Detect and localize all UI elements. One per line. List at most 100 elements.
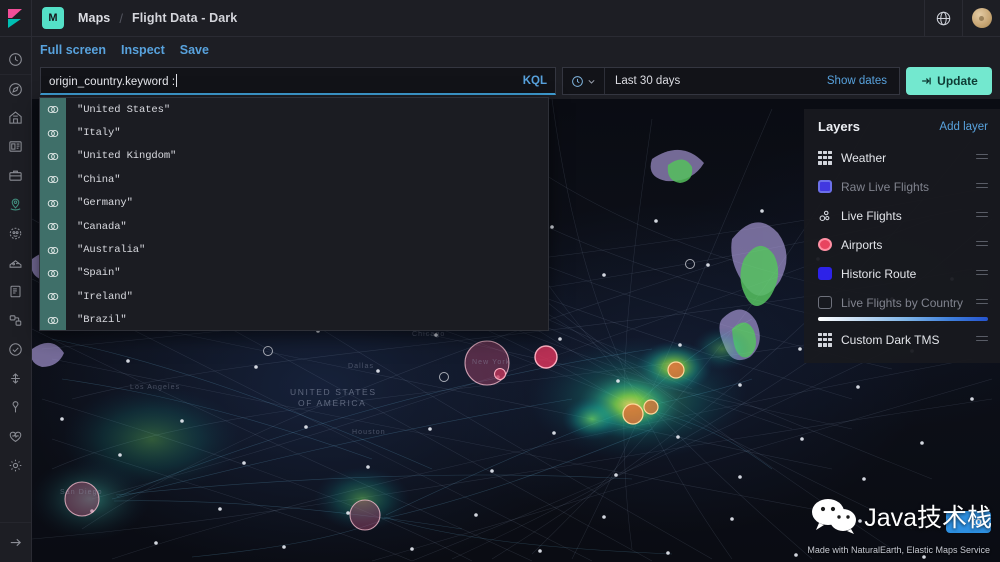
full-screen-button[interactable]: Full screen — [40, 43, 106, 57]
autocomplete-label: "Italy" — [77, 127, 121, 140]
drag-handle-icon[interactable] — [976, 335, 988, 344]
time-picker: Last 30 days Show dates — [562, 67, 900, 95]
autocomplete-item[interactable]: "Spain" — [40, 261, 548, 286]
inspect-button[interactable]: Inspect — [121, 43, 165, 57]
autocomplete-label: "Germany" — [77, 197, 133, 210]
autocomplete-label: "United Kingdom" — [77, 150, 177, 163]
layer-item-raw-live-flights[interactable]: Raw Live Flights — [818, 172, 988, 201]
layer-label: Custom Dark TMS — [841, 332, 940, 347]
show-dates-button[interactable]: Show dates — [827, 75, 887, 87]
drag-handle-icon[interactable] — [976, 269, 988, 278]
sidebar-item-dashboard[interactable] — [0, 103, 32, 132]
text-caret — [176, 73, 178, 87]
left-nav-rail — [0, 0, 32, 562]
floating-action-button[interactable]: to — [945, 511, 991, 533]
search-input[interactable]: origin_country.keyword : KQL — [40, 67, 556, 95]
autocomplete-dropdown: "United States" "Italy" "United Kingdom"… — [39, 97, 549, 331]
sidebar-item-apm[interactable] — [0, 306, 32, 335]
layer-item-airports[interactable]: Airports — [818, 230, 988, 259]
autocomplete-label: "United States" — [77, 103, 171, 116]
layer-label: Airports — [841, 237, 883, 252]
autocomplete-item[interactable]: "Germany" — [40, 191, 548, 215]
layers-panel-header: Layers Add layer — [818, 119, 988, 134]
autocomplete-item[interactable]: "Italy" — [40, 121, 548, 145]
sidebar-item-maps-app[interactable] — [0, 190, 32, 219]
autocomplete-item[interactable]: "Australia" — [40, 238, 548, 262]
add-layer-button[interactable]: Add layer — [939, 121, 988, 133]
floating-action-label: to — [971, 516, 982, 528]
layer-item-custom-dark-tms[interactable]: Custom Dark TMS — [818, 325, 988, 354]
circle-swatch-icon — [818, 238, 832, 251]
query-text: origin_country.keyword : — [49, 75, 176, 88]
kibana-maps-app: M Maps / Flight Data - Dark Full screen … — [0, 0, 1000, 562]
value-icon — [40, 238, 66, 262]
autocomplete-item[interactable]: "Brazil" — [40, 308, 548, 330]
layer-label: Weather — [841, 150, 887, 165]
square-swatch-icon — [818, 296, 832, 309]
autocomplete-label: "Canada" — [77, 220, 127, 233]
sidebar-item-canvas[interactable] — [0, 132, 32, 161]
sidebar-item-discover[interactable] — [0, 74, 32, 103]
drag-handle-icon[interactable] — [976, 182, 988, 191]
layer-item-historic-route[interactable]: Historic Route — [818, 259, 988, 288]
sidebar-item-uptime[interactable] — [0, 335, 32, 364]
autocomplete-item[interactable]: "United States" — [40, 98, 548, 122]
time-range-value[interactable]: Last 30 days — [605, 75, 680, 87]
autocomplete-label: "Australia" — [77, 244, 146, 257]
sidebar-item-recently-viewed[interactable] — [0, 45, 32, 74]
avatar[interactable] — [962, 0, 1000, 37]
sidebar-item-infrastructure[interactable] — [0, 248, 32, 277]
update-button[interactable]: Update — [906, 67, 992, 95]
autocomplete-label: "Spain" — [77, 267, 121, 280]
layer-item-live-flights-by-country[interactable]: Live Flights by Country — [818, 288, 988, 317]
sidebar-item-siem[interactable] — [0, 364, 32, 393]
header-actions — [924, 0, 1000, 37]
elastic-kibana-logo[interactable] — [0, 0, 32, 37]
autocomplete-label: "Ireland" — [77, 290, 133, 303]
autocomplete-item[interactable]: "Ireland" — [40, 285, 548, 309]
query-language-button[interactable]: KQL — [523, 75, 547, 87]
sidebar-item-maps[interactable] — [0, 161, 32, 190]
update-button-label: Update — [937, 74, 978, 88]
layer-label: Raw Live Flights — [841, 179, 930, 194]
user-avatar — [971, 8, 992, 28]
autocomplete-item[interactable]: "Canada" — [40, 214, 548, 239]
square-swatch-icon — [818, 267, 832, 280]
sidebar-item-dev-tools[interactable] — [0, 393, 32, 422]
refresh-icon — [922, 77, 931, 85]
sidebar-item-management[interactable] — [0, 451, 32, 480]
autocomplete-label: "China" — [77, 173, 121, 186]
layer-label: Historic Route — [841, 266, 917, 281]
value-icon — [40, 144, 66, 169]
square-swatch-icon — [818, 180, 832, 193]
value-icon — [40, 308, 66, 330]
drag-handle-icon[interactable] — [976, 240, 988, 249]
globe-icon[interactable] — [924, 0, 962, 37]
layer-item-weather[interactable]: Weather — [818, 143, 988, 172]
time-picker-quick-menu[interactable] — [563, 68, 605, 94]
breadcrumb-maps[interactable]: Maps — [78, 11, 110, 25]
save-button[interactable]: Save — [180, 43, 209, 57]
value-icon — [40, 214, 66, 239]
drag-handle-icon[interactable] — [976, 153, 988, 162]
collapse-nav-button[interactable] — [0, 522, 32, 562]
breadcrumb-separator: / — [119, 10, 123, 26]
sidebar-item-monitoring[interactable] — [0, 422, 32, 451]
breadcrumb-flight-data-dark[interactable]: Flight Data - Dark — [132, 11, 237, 25]
clock-icon — [572, 75, 583, 87]
grid-icon — [818, 332, 832, 347]
sidebar-item-logs[interactable] — [0, 277, 32, 306]
value-icon — [40, 285, 66, 309]
autocomplete-item[interactable]: "China" — [40, 168, 548, 192]
layer-item-live-flights[interactable]: Live Flights — [818, 201, 988, 230]
drag-handle-icon[interactable] — [976, 298, 988, 307]
value-icon — [40, 191, 66, 215]
grid-icon — [818, 150, 832, 165]
drag-handle-icon[interactable] — [976, 211, 988, 220]
autocomplete-item[interactable]: "United Kingdom" — [40, 144, 548, 169]
sidebar-item-machine-learning[interactable] — [0, 219, 32, 248]
app-badge[interactable]: M — [42, 7, 64, 29]
heat-clusters — [32, 327, 752, 541]
layers-panel-title: Layers — [818, 119, 860, 134]
layer-label: Live Flights by Country — [841, 295, 964, 310]
